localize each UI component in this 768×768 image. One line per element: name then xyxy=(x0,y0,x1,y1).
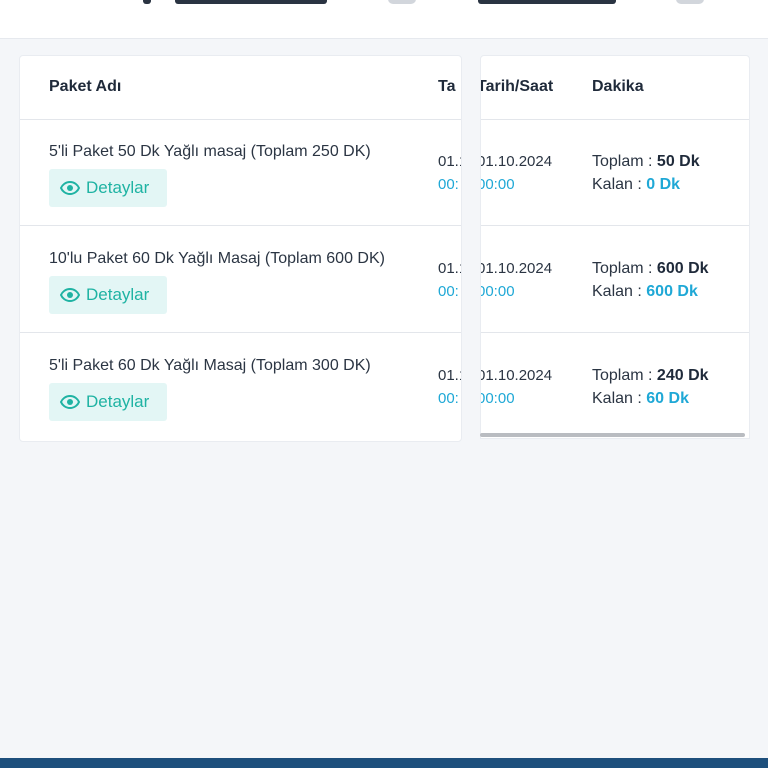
date-clipped: 01.1 xyxy=(438,153,461,170)
details-button[interactable]: Detaylar xyxy=(49,169,167,207)
table-row: 01.10.2024 00:00 Toplam : 240 Dk Kalan :… xyxy=(480,333,749,438)
remaining-label: Kalan : xyxy=(592,283,642,300)
table-row: 5'li Paket 60 Dk Yağlı Masaj (Toplam 300… xyxy=(20,333,461,439)
date-value: 01.10.2024 xyxy=(480,367,553,384)
date-clipped: 01.1 xyxy=(438,260,461,277)
table-row: 5'li Paket 50 Dk Yağlı masaj (Toplam 250… xyxy=(20,119,461,226)
total-minutes: Toplam : 240 Dk xyxy=(592,367,709,385)
eye-icon xyxy=(60,395,80,409)
time-clipped: 00: xyxy=(438,176,459,193)
total-value: 600 Dk xyxy=(656,260,709,277)
header-fragment xyxy=(175,0,327,4)
total-label: Toplam : xyxy=(592,367,653,384)
top-header xyxy=(0,0,768,39)
table-header: Paket Adı Ta xyxy=(20,56,461,120)
header-fragment xyxy=(143,0,151,4)
total-label: Toplam : xyxy=(592,260,653,277)
time-value: 00:00 xyxy=(480,176,515,193)
remaining-label: Kalan : xyxy=(592,390,642,407)
header-package-name: Paket Adı xyxy=(49,78,122,95)
header-toggle[interactable] xyxy=(388,0,416,4)
total-value: 240 Dk xyxy=(656,367,709,384)
table-row: 10'lu Paket 60 Dk Yağlı Masaj (Toplam 60… xyxy=(20,226,461,333)
bottom-bar xyxy=(0,758,768,768)
package-table-fixed: Paket Adı Ta 5'li Paket 50 Dk Yağlı masa… xyxy=(19,55,462,442)
horizontal-scrollbar[interactable] xyxy=(480,433,745,437)
table-header: Tarih/Saat Dakika xyxy=(481,56,749,120)
total-minutes: Toplam : 600 Dk xyxy=(592,260,709,278)
header-date-time: Tarih/Saat xyxy=(480,78,554,95)
total-label: Toplam : xyxy=(592,153,653,170)
details-label: Detaylar xyxy=(86,178,150,197)
time-value: 00:00 xyxy=(480,283,515,300)
remaining-minutes: Kalan : 600 Dk xyxy=(592,283,698,301)
header-toggle[interactable] xyxy=(676,0,704,4)
date-value: 01.10.2024 xyxy=(480,260,553,277)
remaining-label: Kalan : xyxy=(592,176,642,193)
details-button[interactable]: Detaylar xyxy=(49,383,167,421)
remaining-value: 60 Dk xyxy=(646,390,689,407)
header-minutes: Dakika xyxy=(592,78,644,95)
time-value: 00:00 xyxy=(480,390,515,407)
header-fragment xyxy=(478,0,616,4)
details-button[interactable]: Detaylar xyxy=(49,276,167,314)
remaining-minutes: Kalan : 60 Dk xyxy=(592,390,689,408)
details-label: Detaylar xyxy=(86,392,150,411)
total-value: 50 Dk xyxy=(656,153,700,170)
table-row: 01.10.2024 00:00 Toplam : 50 Dk Kalan : … xyxy=(481,119,749,226)
remaining-value: 0 Dk xyxy=(646,176,681,193)
date-value: 01.10.2024 xyxy=(480,153,553,170)
remaining-value: 600 Dk xyxy=(646,283,698,300)
remaining-minutes: Kalan : 0 Dk xyxy=(592,176,680,194)
time-clipped: 00: xyxy=(438,283,459,300)
table-row: 01.10.2024 00:00 Toplam : 600 Dk Kalan :… xyxy=(481,226,749,333)
package-name: 5'li Paket 50 Dk Yağlı masaj (Toplam 250… xyxy=(49,143,371,160)
package-table-scrollable[interactable]: Tarih/Saat Dakika 01.10.2024 00:00 Topla… xyxy=(480,55,750,439)
package-name: 10'lu Paket 60 Dk Yağlı Masaj (Toplam 60… xyxy=(49,250,385,267)
details-label: Detaylar xyxy=(86,285,150,304)
eye-icon xyxy=(60,288,80,302)
package-name: 5'li Paket 60 Dk Yağlı Masaj (Toplam 300… xyxy=(49,357,371,374)
total-minutes: Toplam : 50 Dk xyxy=(592,153,700,171)
eye-icon xyxy=(60,181,80,195)
header-date-clipped: Ta xyxy=(438,78,456,95)
date-clipped: 01.1 xyxy=(438,367,461,384)
time-clipped: 00: xyxy=(438,390,459,407)
